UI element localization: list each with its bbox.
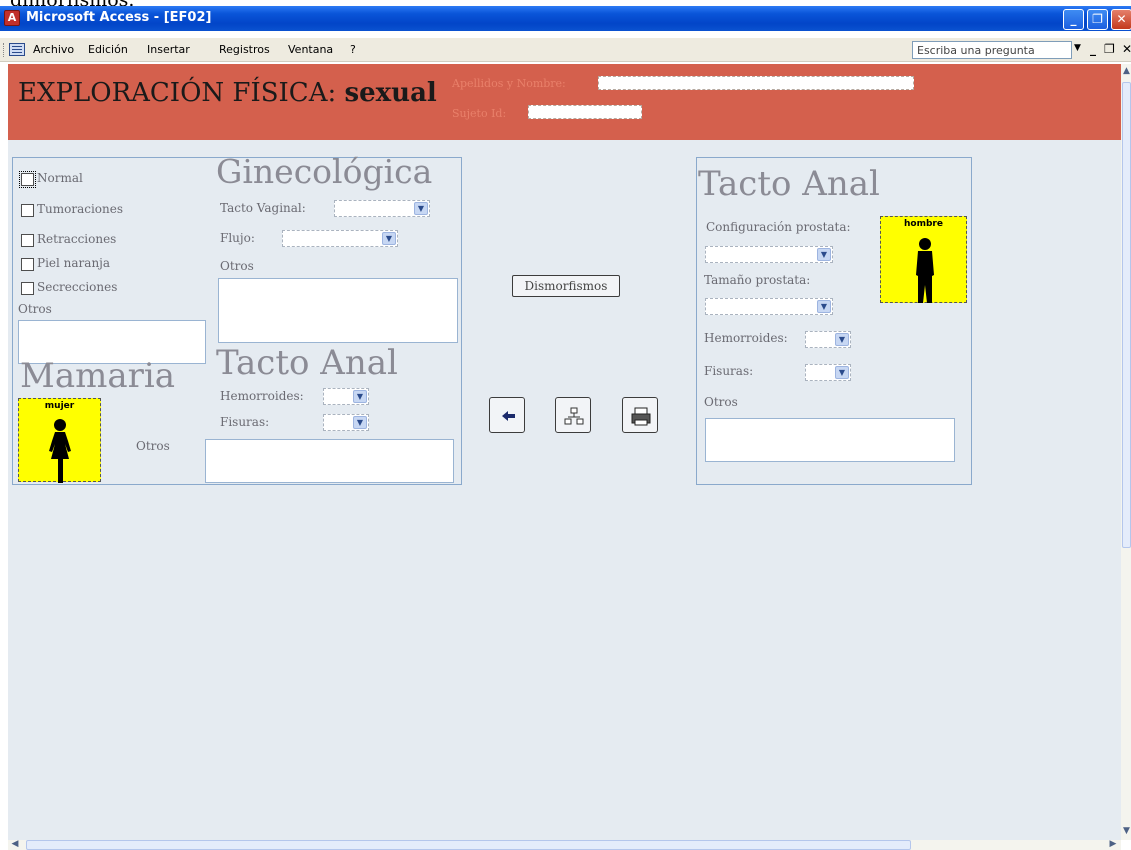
dismorfismos-button[interactable]: Dismorfismos bbox=[512, 275, 620, 297]
menu-ventana[interactable]: Ventana bbox=[288, 43, 333, 56]
minimize-button[interactable]: _ bbox=[1063, 9, 1084, 30]
male-figure-image: hombre bbox=[880, 216, 967, 303]
tacto-anal-right-heading: Tacto Anal bbox=[698, 164, 880, 204]
chevron-down-icon[interactable]: ▼ bbox=[414, 202, 428, 215]
retracciones-checkbox[interactable] bbox=[21, 234, 34, 247]
subject-id-label: Sujeto Id: bbox=[452, 107, 507, 120]
toolbar-grip bbox=[3, 43, 6, 57]
name-field[interactable] bbox=[598, 76, 914, 90]
hemorroides-left-label: Hemorroides: bbox=[220, 389, 304, 403]
configuracion-prostata-label: Configuración prostata: bbox=[706, 220, 851, 234]
mamaria-otros-label: Otros bbox=[18, 302, 52, 316]
tacto-anal-left-heading: Tacto Anal bbox=[216, 343, 398, 383]
hemorroides-right-select[interactable]: ▼ bbox=[805, 331, 851, 348]
vertical-scroll-thumb[interactable] bbox=[1122, 82, 1131, 548]
secrecciones-checkbox[interactable] bbox=[21, 282, 34, 295]
scroll-up-icon[interactable]: ▲ bbox=[1122, 66, 1131, 76]
male-figure-icon bbox=[916, 238, 934, 303]
form-window-icon[interactable] bbox=[9, 43, 25, 56]
chevron-down-icon[interactable]: ▼ bbox=[817, 300, 831, 313]
piel-naranja-checkbox[interactable] bbox=[21, 258, 34, 271]
menu-edicion[interactable]: Edición bbox=[88, 43, 128, 56]
tamano-prostata-label: Tamaño prostata: bbox=[704, 273, 811, 287]
ask-question-input[interactable]: Escriba una pregunta bbox=[912, 41, 1072, 59]
flujo-label: Flujo: bbox=[220, 231, 255, 245]
ginecologica-otros-label: Otros bbox=[220, 259, 254, 273]
chevron-down-icon[interactable]: ▼ bbox=[835, 333, 849, 346]
window-titlebar: A Microsoft Access - [EF02] _ ❐ ✕ bbox=[0, 6, 1131, 31]
mamaria-heading: Mamaria bbox=[20, 356, 175, 396]
tacto-vaginal-select[interactable]: ▼ bbox=[334, 200, 430, 217]
printer-icon bbox=[631, 407, 651, 426]
horizontal-scroll-thumb[interactable] bbox=[26, 840, 911, 850]
mamaria-otros2-input[interactable] bbox=[205, 439, 454, 483]
tree-icon bbox=[564, 407, 584, 425]
restore-button[interactable]: ❐ bbox=[1087, 9, 1108, 30]
scroll-right-icon[interactable]: ▶ bbox=[1108, 839, 1118, 849]
fisuras-left-label: Fisuras: bbox=[220, 415, 270, 429]
menu-insertar[interactable]: Insertar bbox=[147, 43, 190, 56]
tacto-vaginal-label: Tacto Vaginal: bbox=[220, 201, 306, 215]
menu-help[interactable]: ? bbox=[350, 43, 356, 56]
fisuras-right-label: Fisuras: bbox=[704, 364, 754, 378]
fisuras-right-select[interactable]: ▼ bbox=[805, 364, 851, 381]
fisuras-left-select[interactable]: ▼ bbox=[323, 414, 369, 431]
back-button[interactable] bbox=[489, 397, 525, 433]
hemorroides-right-label: Hemorroides: bbox=[704, 331, 788, 345]
scroll-left-icon[interactable]: ◀ bbox=[10, 839, 20, 849]
normal-checkbox[interactable] bbox=[19, 171, 36, 188]
form-title-sub: sexual bbox=[344, 78, 437, 108]
menu-bar: Archivo Edición Insertar Registros Venta… bbox=[0, 38, 1131, 62]
ginecologica-otros-input[interactable] bbox=[218, 278, 458, 343]
arrow-left-icon bbox=[502, 411, 515, 421]
mdi-close-button[interactable]: ✕ bbox=[1122, 42, 1131, 56]
menu-archivo[interactable]: Archivo bbox=[33, 43, 74, 56]
chevron-down-icon[interactable]: ▼ bbox=[835, 366, 849, 379]
tree-view-button[interactable] bbox=[555, 397, 591, 433]
normal-label: Normal bbox=[37, 171, 83, 185]
retracciones-label: Retracciones bbox=[37, 232, 117, 246]
tumoraciones-checkbox[interactable] bbox=[21, 204, 34, 217]
tumoraciones-label: Tumoraciones bbox=[37, 202, 123, 216]
mdi-minimize-button[interactable]: _ bbox=[1090, 42, 1096, 56]
name-label: Apellidos y Nombre: bbox=[452, 77, 566, 90]
piel-naranja-label: Piel naranja bbox=[37, 256, 111, 270]
chevron-down-icon[interactable]: ▼ bbox=[353, 416, 367, 429]
tamano-prostata-select[interactable]: ▼ bbox=[705, 298, 833, 315]
subject-id-field[interactable] bbox=[528, 105, 642, 119]
mdi-restore-button[interactable]: ❐ bbox=[1104, 42, 1115, 56]
hemorroides-left-select[interactable]: ▼ bbox=[323, 388, 369, 405]
chevron-down-icon[interactable]: ▼ bbox=[353, 390, 367, 403]
access-app-icon: A bbox=[4, 10, 20, 26]
menu-registros[interactable]: Registros bbox=[219, 43, 270, 56]
close-button[interactable]: ✕ bbox=[1111, 9, 1131, 30]
female-figure-icon bbox=[49, 419, 71, 483]
print-button[interactable] bbox=[622, 397, 658, 433]
female-figure-image: mujer bbox=[18, 398, 101, 483]
window-title: Microsoft Access - [EF02] bbox=[26, 10, 212, 25]
scroll-down-icon[interactable]: ▼ bbox=[1122, 826, 1131, 836]
right-otros-input[interactable] bbox=[705, 418, 955, 462]
chevron-down-icon[interactable]: ▼ bbox=[817, 248, 831, 261]
configuracion-prostata-select[interactable]: ▼ bbox=[705, 246, 833, 263]
form-title: EXPLORACIÓN FÍSICA: sexual bbox=[18, 78, 437, 108]
ask-dropdown-icon[interactable]: ▼ bbox=[1074, 43, 1081, 53]
ginecologica-heading: Ginecológica bbox=[216, 152, 433, 191]
right-otros-label: Otros bbox=[704, 395, 738, 409]
chevron-down-icon[interactable]: ▼ bbox=[382, 232, 396, 245]
mamaria-otros2-label: Otros bbox=[136, 439, 170, 453]
flujo-select[interactable]: ▼ bbox=[282, 230, 398, 247]
form-title-main: EXPLORACIÓN FÍSICA: bbox=[18, 78, 337, 108]
secrecciones-label: Secrecciones bbox=[37, 280, 118, 294]
